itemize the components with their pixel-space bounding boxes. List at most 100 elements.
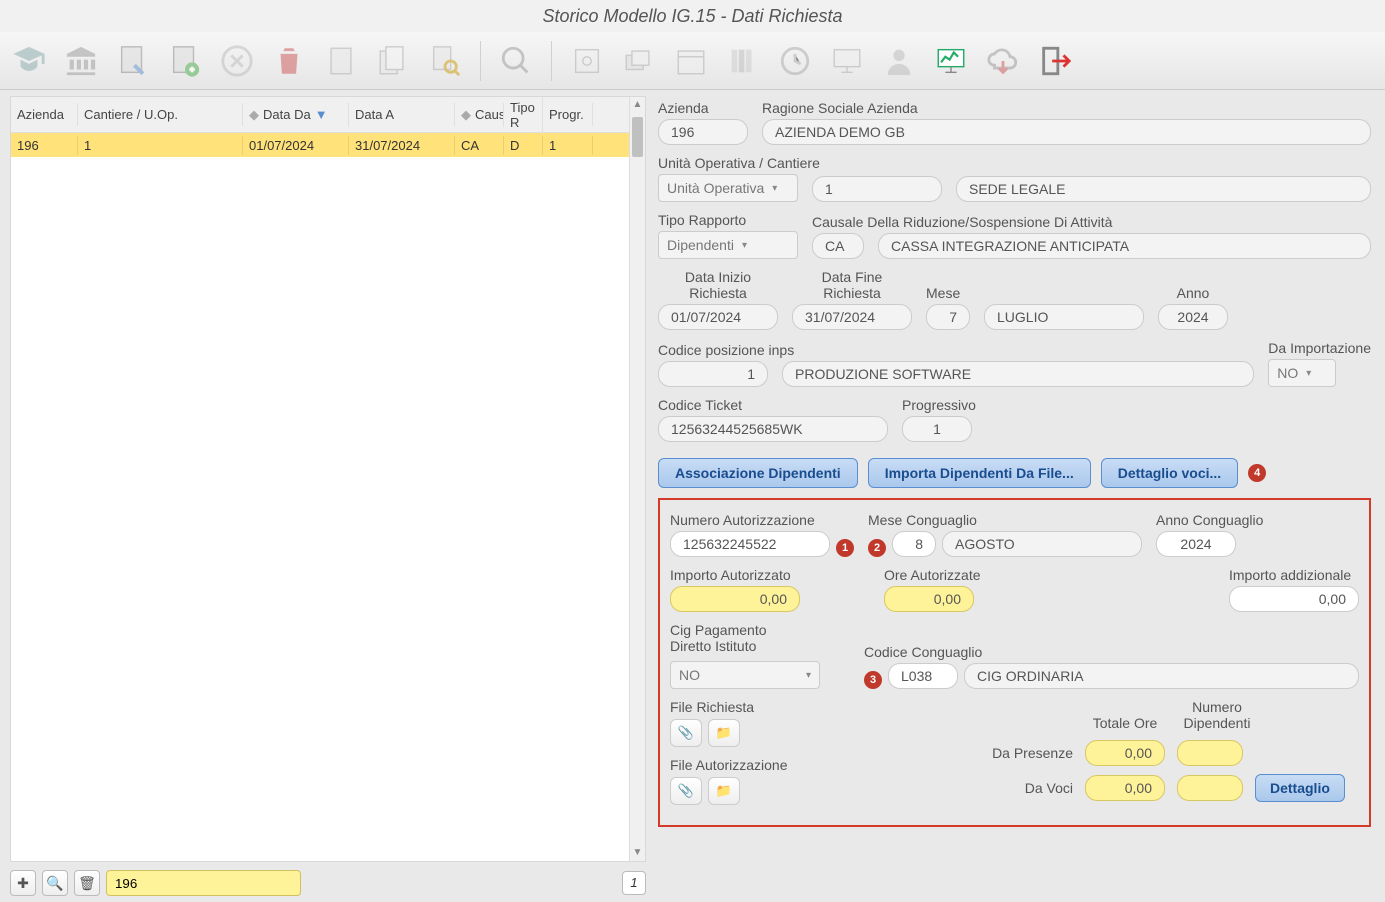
cigpag-select[interactable]: NO▾ (670, 661, 820, 689)
dapres-field[interactable]: 0,00 (1085, 740, 1165, 766)
fileauth-open-button[interactable]: 📁 (708, 777, 740, 805)
scroll-up-icon[interactable]: ▲ (630, 97, 645, 113)
col-data-a[interactable]: Data A (349, 103, 455, 126)
annocong-field[interactable]: 2024 (1156, 531, 1236, 557)
anno-field[interactable]: 2024 (1158, 304, 1228, 330)
mese-label: Mese (926, 285, 1144, 301)
fileauth-attach-button[interactable]: 📎 (670, 777, 702, 805)
tipo-rapp-select[interactable]: Dipendenti▾ (658, 231, 798, 259)
dettaglio-voci-button[interactable]: Dettaglio voci... (1101, 458, 1238, 488)
trash-icon[interactable] (270, 42, 308, 80)
codcong-desc-field[interactable]: CIG ORDINARIA (964, 663, 1359, 689)
assoc-dipendenti-button[interactable]: Associazione Dipendenti (658, 458, 858, 488)
unita-desc-field[interactable]: SEDE LEGALE (956, 176, 1371, 202)
filter-search-button[interactable]: 🔍 (42, 870, 68, 896)
books-icon[interactable] (724, 42, 762, 80)
cell-causa: CA (455, 136, 504, 155)
graduate-icon[interactable] (10, 42, 48, 80)
search-icon[interactable] (497, 42, 535, 80)
calendar-icon[interactable] (672, 42, 710, 80)
col-progr[interactable]: Progr. (543, 103, 593, 126)
cancel-icon[interactable] (218, 42, 256, 80)
azienda-field[interactable]: 196 (658, 119, 748, 145)
stack-icon[interactable] (620, 42, 658, 80)
col-cantiere[interactable]: Cantiere / U.Op. (78, 103, 243, 126)
impauth-label: Importo Autorizzato (670, 567, 800, 583)
davoci-field[interactable]: 0,00 (1085, 775, 1165, 801)
impadd-label: Importo addizionale (1229, 567, 1359, 583)
numauth-field[interactable]: 125632245522 (670, 531, 830, 557)
search-doc-icon[interactable] (426, 42, 464, 80)
add-button[interactable]: ✚ (10, 870, 36, 896)
delete-button[interactable]: 🗑 (74, 870, 100, 896)
monitor1-icon[interactable] (828, 42, 866, 80)
progr-label: Progressivo (902, 397, 976, 413)
table-header: Azienda Cantiere / U.Op. ◆Data Da▼ Data … (11, 97, 645, 133)
daimp-select[interactable]: NO▾ (1268, 359, 1336, 387)
oreauth-field[interactable]: 0,00 (884, 586, 974, 612)
doc2-icon[interactable] (374, 42, 412, 80)
table-row[interactable]: 196 1 01/07/2024 31/07/2024 CA D 1 (11, 133, 645, 157)
result-count: 1 (622, 871, 646, 895)
doc1-icon[interactable] (322, 42, 360, 80)
importa-dipendenti-button[interactable]: Importa Dipendenti Da File... (868, 458, 1091, 488)
mesecong-num-field[interactable]: 8 (892, 531, 936, 557)
inps-desc-field[interactable]: PRODUZIONE SOFTWARE (782, 361, 1254, 387)
unita-label: Unità Operativa / Cantiere (658, 155, 1371, 171)
ragione-field[interactable]: AZIENDA DEMO GB (762, 119, 1371, 145)
table-scrollbar[interactable]: ▲ ▼ (629, 97, 645, 861)
col-azienda[interactable]: Azienda (11, 103, 78, 126)
ticket-label: Codice Ticket (658, 397, 888, 413)
dapres-label: Da Presenze (963, 745, 1073, 761)
davoci-label: Da Voci (963, 780, 1073, 796)
scroll-thumb[interactable] (632, 117, 643, 157)
search-input[interactable] (106, 870, 301, 896)
mese-desc-field[interactable]: LUGLIO (984, 304, 1144, 330)
records-table[interactable]: Azienda Cantiere / U.Op. ◆Data Da▼ Data … (10, 96, 646, 862)
window-title: Storico Modello IG.15 - Dati Richiesta (0, 0, 1385, 32)
unita-cod-field[interactable]: 1 (812, 176, 942, 202)
monitor-chart-icon[interactable] (932, 42, 970, 80)
col-causa[interactable]: ◆Causa (455, 103, 504, 127)
mesecong-desc-field[interactable]: AGOSTO (942, 531, 1142, 557)
dettaglio-button[interactable]: Dettaglio (1255, 774, 1345, 802)
causale-cod-field[interactable]: CA (812, 233, 864, 259)
cell-tipo: D (504, 136, 543, 155)
filereq-open-button[interactable]: 📁 (708, 719, 740, 747)
bank-icon[interactable] (62, 42, 100, 80)
progr-field[interactable]: 1 (902, 416, 972, 442)
impadd-field[interactable]: 0,00 (1229, 586, 1359, 612)
oreauth-label: Ore Autorizzate (884, 567, 981, 583)
scroll-down-icon[interactable]: ▼ (630, 845, 645, 861)
dapres-numdip-field[interactable] (1177, 740, 1243, 766)
ticket-field[interactable]: 12563244525685WK (658, 416, 888, 442)
annocong-label: Anno Conguaglio (1156, 512, 1263, 528)
cloud-icon[interactable] (984, 42, 1022, 80)
col-tipo[interactable]: Tipo R (504, 96, 543, 134)
person-icon[interactable] (880, 42, 918, 80)
codcong-field[interactable]: L038 (888, 663, 958, 689)
daimp-label: Da Importazione (1268, 340, 1371, 356)
cell-data-a: 31/07/2024 (349, 136, 455, 155)
causale-desc-field[interactable]: CASSA INTEGRAZIONE ANTICIPATA (878, 233, 1371, 259)
badge-4: 4 (1248, 464, 1266, 482)
davoci-numdip-field[interactable] (1177, 775, 1243, 801)
filereq-attach-button[interactable]: 📎 (670, 719, 702, 747)
edit-doc-icon[interactable] (114, 42, 152, 80)
badge-3: 3 (864, 671, 882, 689)
col-data-da[interactable]: ◆Data Da▼ (243, 103, 349, 127)
exit-icon[interactable] (1036, 42, 1074, 80)
mese-num-field[interactable]: 7 (926, 304, 970, 330)
inps-cod-field[interactable]: 1 (658, 361, 768, 387)
impauth-field[interactable]: 0,00 (670, 586, 800, 612)
unita-select[interactable]: Unità Operativa▾ (658, 174, 798, 202)
badge-2: 2 (868, 539, 886, 557)
data-fine-field[interactable]: 31/07/2024 (792, 304, 912, 330)
add-doc-icon[interactable] (166, 42, 204, 80)
clock-icon[interactable] (776, 42, 814, 80)
fileauth-label: File Autorizzazione (670, 757, 788, 773)
totore-label: Totale Ore (1085, 715, 1165, 731)
data-inizio-label: Data Inizio Richiesta (658, 269, 778, 301)
target-icon[interactable] (568, 42, 606, 80)
data-inizio-field[interactable]: 01/07/2024 (658, 304, 778, 330)
